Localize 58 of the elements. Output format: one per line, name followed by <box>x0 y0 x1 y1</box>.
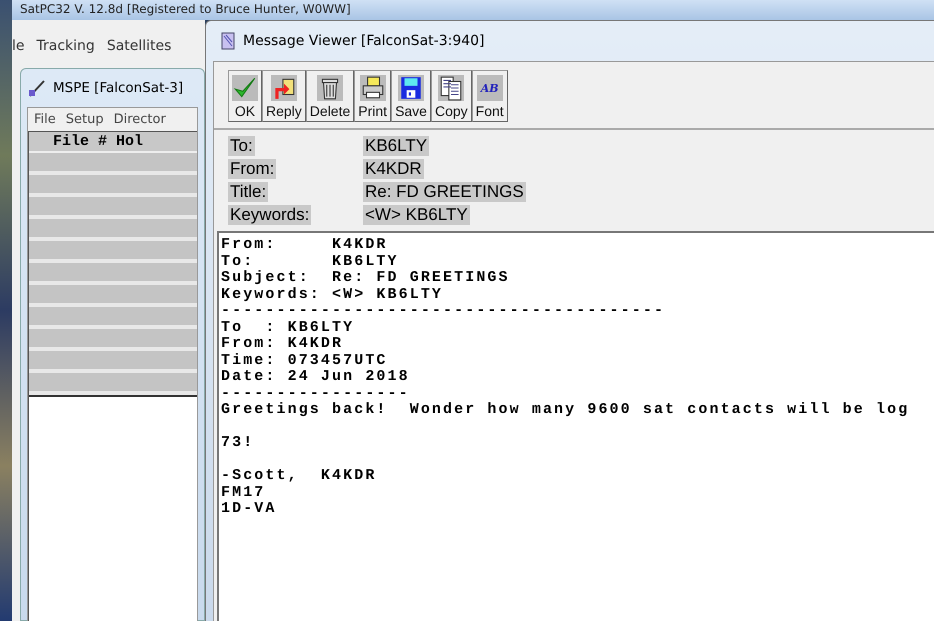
table-row[interactable] <box>29 373 197 395</box>
field-label: Keywords: <box>228 205 312 225</box>
font-icon: AB <box>476 75 503 101</box>
menu-item[interactable]: le <box>12 38 25 66</box>
message-line: 1D-VA <box>221 501 278 518</box>
field-label: To: <box>228 136 255 156</box>
copy-pages-icon <box>438 75 464 101</box>
menu-item[interactable]: Director <box>114 112 166 127</box>
message-line: -Scott, K4KDR <box>221 468 378 484</box>
message-line: Subject: Re: FD GREETINGS <box>221 270 511 286</box>
menu-item[interactable]: Satellites <box>106 38 172 66</box>
message-line: Greetings back! Wonder how many 9600 sat contacts will be log <box>221 402 910 418</box>
menu-item[interactable]: Setup <box>66 112 104 127</box>
document-icon <box>221 32 235 50</box>
toolbar-button[interactable]: OK <box>228 70 262 122</box>
table-row[interactable] <box>29 219 197 241</box>
message-line: Keywords: <W> KB6LTY <box>221 286 444 303</box>
table-row[interactable] <box>29 197 197 219</box>
trash-can-icon <box>317 75 344 101</box>
message-line: From: K4KDR <box>221 237 389 254</box>
field-label: Title: <box>228 182 268 202</box>
field-value: Re: FD GREETINGS <box>363 182 526 202</box>
message-line: ----------------- <box>221 386 411 402</box>
table-row[interactable] <box>29 153 197 175</box>
table-row[interactable] <box>29 175 197 197</box>
message-line: Time: 073457UTC <box>221 352 389 369</box>
window-title: Message Viewer [FalconSat-3:940] <box>243 33 484 49</box>
toolbar-button[interactable]: Delete <box>306 70 354 122</box>
window-title: SatPC32 V. 12.8d [Registered to Bruce Hunter, W0WW] <box>20 2 351 16</box>
message-line: Date: 24 Jun 2018 <box>221 369 411 386</box>
table-row[interactable] <box>29 351 197 373</box>
field-value: K4KDR <box>363 159 424 179</box>
table-row[interactable] <box>29 285 197 307</box>
toolbar-button[interactable]: AB Font <box>472 70 508 122</box>
window-title: MSPE [FalconSat-3] <box>53 80 184 96</box>
table-row[interactable] <box>29 241 197 263</box>
field-value: KB6LTY <box>363 136 430 156</box>
menu-item[interactable]: File <box>34 112 56 127</box>
table-row[interactable] <box>29 329 197 351</box>
toolbar-button[interactable]: Copy <box>430 70 472 122</box>
toolbar-button[interactable]: Save <box>391 70 431 122</box>
message-line: 73! <box>221 435 256 452</box>
message-line: ---------------------------------------- <box>221 303 666 320</box>
satellite-icon <box>27 78 47 98</box>
message-line: From: K4KDR <box>221 336 344 352</box>
message-line: FM17 <box>221 484 266 501</box>
column-header: File # Hol <box>29 132 197 153</box>
toolbar-button[interactable]: Reply <box>262 70 306 122</box>
table-row[interactable] <box>29 307 197 329</box>
menu-item[interactable]: Tracking <box>36 38 95 66</box>
message-line: To: KB6LTY <box>221 254 400 270</box>
table-row[interactable] <box>29 263 197 285</box>
message-line: To : KB6LTY <box>221 320 356 336</box>
field-value: <W> KB6LTY <box>363 205 470 225</box>
check-icon <box>232 75 258 101</box>
toolbar-button[interactable]: Print <box>354 70 392 122</box>
printer-icon <box>360 75 386 101</box>
field-label: From: <box>228 159 276 179</box>
